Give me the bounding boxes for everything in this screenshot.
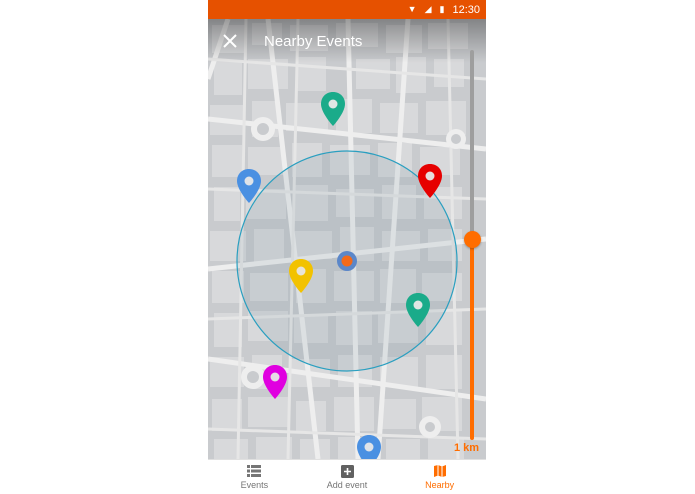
map-pin-icon[interactable]	[236, 168, 262, 204]
slider-track-inactive[interactable]	[470, 50, 474, 240]
battery-icon: ▮	[439, 4, 445, 14]
map-pin-icon[interactable]	[288, 258, 314, 294]
signal-icon: ◢	[424, 4, 432, 14]
slider-thumb[interactable]	[464, 231, 481, 248]
event-pin	[289, 259, 313, 293]
map-icon	[433, 464, 447, 478]
nav-add-event[interactable]: Add event	[301, 460, 394, 494]
map-view[interactable]	[208, 19, 486, 459]
status-time: 12:30	[452, 3, 480, 16]
list-icon	[247, 464, 262, 478]
slider-track-active[interactable]	[470, 240, 474, 440]
map-pin-icon[interactable]	[320, 91, 346, 127]
add-box-icon	[340, 464, 354, 478]
event-pin	[263, 365, 287, 399]
radius-label: 1 km	[454, 442, 480, 454]
event-pin	[418, 164, 442, 198]
page-title: Nearby Events	[264, 32, 363, 50]
nav-nearby-label: Nearby	[425, 480, 455, 490]
status-bar: ▼ ◢ ▮ 12:30	[208, 0, 486, 19]
wifi-icon: ▼	[407, 4, 417, 14]
nav-nearby[interactable]: Nearby	[393, 460, 486, 494]
map-pin-icon[interactable]	[417, 163, 443, 199]
close-button[interactable]	[208, 19, 252, 63]
map-pin-icon[interactable]	[405, 292, 431, 328]
nav-events-label: Events	[240, 480, 269, 490]
phone-screen: ▼ ◢ ▮ 12:30 Nearby Events 1 km Events Ad…	[208, 0, 486, 494]
app-header: Nearby Events	[208, 19, 486, 63]
nav-events[interactable]: Events	[208, 460, 301, 494]
map-pin-icon[interactable]	[262, 364, 288, 400]
event-pin	[321, 92, 345, 126]
event-pin	[406, 293, 430, 327]
nav-add-event-label: Add event	[326, 480, 368, 490]
my-location-icon	[337, 251, 357, 271]
bottom-navigation: Events Add event Nearby	[208, 459, 486, 494]
close-icon	[223, 34, 237, 48]
event-pin	[237, 169, 261, 203]
